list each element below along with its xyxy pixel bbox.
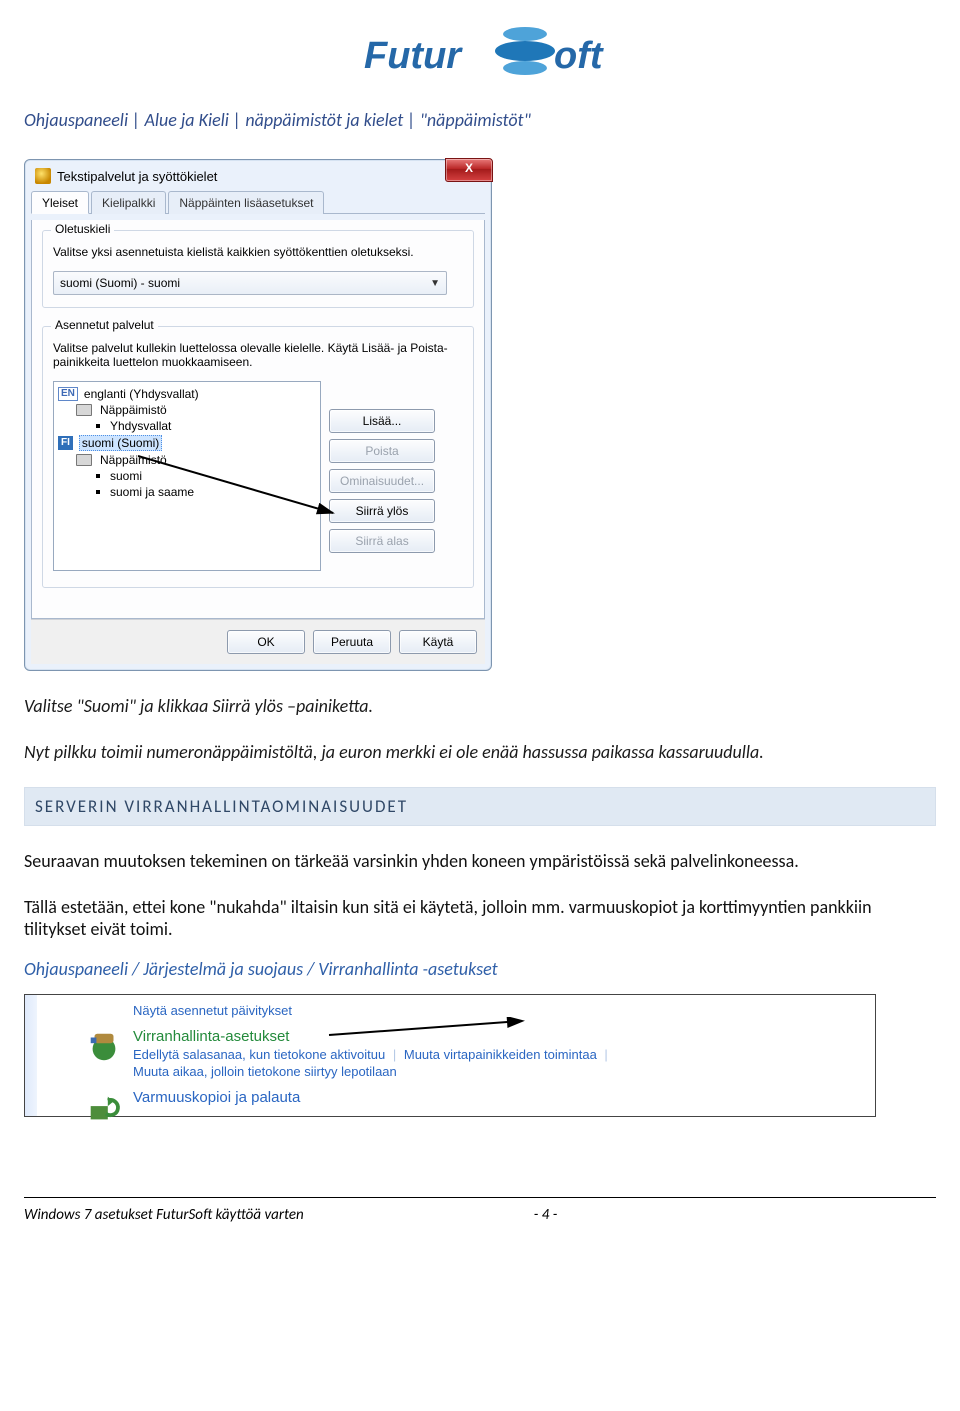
apply-button[interactable]: Käytä <box>399 630 477 654</box>
kb-item-fi-saame: suomi ja saame <box>58 484 316 500</box>
section-heading-server-power: SERVERIN VIRRANHALLINTAOMINAISUUDET <box>24 787 936 826</box>
logo-text-left: Futur <box>364 35 463 77</box>
page-footer: Windows 7 asetukset FuturSoft käyttöä va… <box>24 1206 936 1224</box>
tab-advkeys[interactable]: Näppäinten lisäasetukset <box>168 191 324 214</box>
instruction-para-2: Nyt pilkku toimii numeronäppäimistöltä, … <box>24 741 936 763</box>
kb-node-fi: Näppäimistö <box>58 452 316 468</box>
chevron-down-icon: ▼ <box>430 278 440 289</box>
footer-rule <box>24 1197 936 1198</box>
group-services-title: Asennetut palvelut <box>51 318 158 332</box>
separator: | <box>393 1047 396 1062</box>
group-services-desc: Valitse palvelut kullekin luettelossa ol… <box>53 341 463 369</box>
services-listbox[interactable]: EN englanti (Yhdysvallat) Näppäimistö Yh… <box>53 381 321 571</box>
lang-code-en: EN <box>58 387 78 401</box>
dialog-button-row: OK Peruuta Käytä <box>31 619 485 664</box>
bullet-icon <box>96 424 100 428</box>
instruction-para-4: Tällä estetään, ettei kone "nukahda" ilt… <box>24 896 936 940</box>
group-default-language: Oletuskieli Valitse yksi asennetuista ki… <box>42 230 474 308</box>
kb-item-en-us: Yhdysvallat <box>58 418 316 434</box>
default-language-combo[interactable]: suomi (Suomi) - suomi ▼ <box>53 271 447 295</box>
kb-label: Näppäimistö <box>100 453 167 467</box>
properties-button[interactable]: Ominaisuudet... <box>329 469 435 493</box>
dialog-title: Tekstipalvelut ja syöttökielet <box>57 169 217 184</box>
cp-link-updates[interactable]: Näytä asennetut päivitykset <box>133 1003 292 1018</box>
cp-power-sub3[interactable]: Muuta aikaa, jolloin tietokone siirtyy l… <box>133 1064 397 1079</box>
cp-power-sub2[interactable]: Muuta virtapainikkeiden toimintaa <box>404 1047 597 1062</box>
instruction-para-1: Valitse "Suomi" ja klikkaa Siirrä ylös –… <box>24 695 936 717</box>
backup-icon <box>85 1089 123 1127</box>
cp-power-title[interactable]: Virranhallinta-asetukset <box>133 1028 289 1045</box>
kb-node-en: Näppäimistö <box>58 402 316 418</box>
bullet-icon <box>96 474 100 478</box>
lang-en-row: EN englanti (Yhdysvallat) <box>58 386 316 402</box>
control-panel-path: Ohjauspaneeli / Järjestelmä ja suojaus /… <box>24 958 936 980</box>
separator: | <box>604 1047 607 1062</box>
group-installed-services: Asennetut palvelut Valitse palvelut kull… <box>42 326 474 588</box>
bullet-icon <box>96 490 100 494</box>
control-panel-snippet: Näytä asennetut päivitykset Virranhallin… <box>24 994 876 1117</box>
kb-item-fi-suomi: suomi <box>58 468 316 484</box>
group-default-title: Oletuskieli <box>51 222 114 236</box>
lang-fi-label[interactable]: suomi (Suomi) <box>79 435 162 451</box>
text-services-dialog: X Tekstipalvelut ja syöttökielet Yleiset… <box>24 159 492 671</box>
instruction-para-3: Seuraavan muutoksen tekeminen on tärkeää… <box>24 850 936 872</box>
combo-value: suomi (Suomi) - suomi <box>60 276 180 290</box>
tab-langbar[interactable]: Kielipalkki <box>91 191 166 214</box>
tab-strip: Yleiset Kielipalkki Näppäinten lisäasetu… <box>31 190 485 214</box>
tab-panel: Oletuskieli Valitse yksi asennetuista ki… <box>31 220 485 619</box>
close-button[interactable]: X <box>445 158 493 182</box>
cp-backup-title[interactable]: Varmuuskopioi ja palauta <box>133 1089 300 1106</box>
keyboard-icon <box>76 454 92 466</box>
footer-left: Windows 7 asetukset FuturSoft käyttöä va… <box>24 1206 304 1224</box>
remove-button[interactable]: Poista <box>329 439 435 463</box>
dialog-titlebar: Tekstipalvelut ja syöttökielet <box>31 166 485 190</box>
globe-icon <box>495 27 555 75</box>
lang-fi-row: FI suomi (Suomi) <box>58 434 316 452</box>
dialog-icon <box>35 168 51 184</box>
footer-page-number: - 4 - <box>534 1206 558 1224</box>
cp-power-sub1[interactable]: Edellytä salasanaa, kun tietokone aktivo… <box>133 1047 385 1062</box>
futursoft-logo: Futur oft <box>24 0 936 101</box>
keyboard-icon <box>76 404 92 416</box>
lang-en-label: englanti (Yhdysvallat) <box>84 387 199 401</box>
add-button[interactable]: Lisää... <box>329 409 435 433</box>
move-up-button[interactable]: Siirrä ylös <box>329 499 435 523</box>
logo-text-right: oft <box>554 35 604 77</box>
group-default-desc: Valitse yksi asennetuista kielistä kaikk… <box>53 245 463 259</box>
cancel-button[interactable]: Peruuta <box>313 630 391 654</box>
breadcrumb-path: Ohjauspaneeli | Alue ja Kieli | näppäimi… <box>24 109 936 131</box>
kb-label: Näppäimistö <box>100 403 167 417</box>
tab-general[interactable]: Yleiset <box>31 191 89 214</box>
ok-button[interactable]: OK <box>227 630 305 654</box>
lang-code-fi: FI <box>58 436 73 450</box>
move-down-button[interactable]: Siirrä alas <box>329 529 435 553</box>
